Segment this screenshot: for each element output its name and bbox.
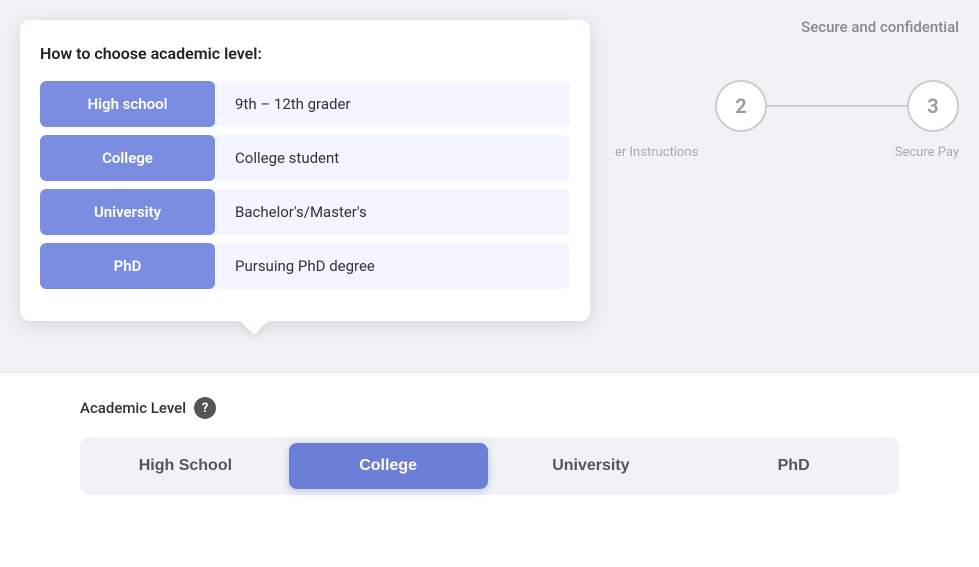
- step-labels: er Instructions Secure Pay: [615, 145, 959, 160]
- level-desc-college: College student: [215, 135, 570, 181]
- academic-level-text: Academic Level: [80, 399, 186, 417]
- level-badge-college: College: [40, 135, 215, 181]
- steps-container: 2 3: [715, 80, 959, 132]
- secure-text: Secure and confidential: [801, 18, 959, 36]
- level-btn-college[interactable]: College: [289, 443, 488, 489]
- step-3-label: Secure Pay: [895, 145, 959, 160]
- level-row-college: College College student: [40, 135, 570, 181]
- tooltip-title: How to choose academic level:: [40, 44, 570, 63]
- level-row-university: University Bachelor's/Master's: [40, 189, 570, 235]
- level-btn-university[interactable]: University: [492, 443, 691, 489]
- level-buttons: High School College University PhD: [80, 437, 899, 495]
- level-btn-highschool[interactable]: High School: [86, 443, 285, 489]
- step-2-label: er Instructions: [615, 145, 698, 160]
- level-badge-highschool: High school: [40, 81, 215, 127]
- level-badge-phd: PhD: [40, 243, 215, 289]
- step-2-circle: 2: [715, 80, 767, 132]
- bottom-section: Academic Level ? High School College Uni…: [0, 372, 979, 567]
- level-row-highschool: High school 9th – 12th grader: [40, 81, 570, 127]
- tooltip-card: How to choose academic level: High schoo…: [20, 20, 590, 321]
- level-row-phd: PhD Pursuing PhD degree: [40, 243, 570, 289]
- academic-level-label: Academic Level ?: [80, 397, 899, 419]
- level-badge-university: University: [40, 189, 215, 235]
- step-3-circle: 3: [907, 80, 959, 132]
- level-desc-university: Bachelor's/Master's: [215, 189, 570, 235]
- level-desc-highschool: 9th – 12th grader: [215, 81, 570, 127]
- step-line: [767, 105, 907, 107]
- level-btn-phd[interactable]: PhD: [694, 443, 893, 489]
- help-icon[interactable]: ?: [194, 397, 216, 419]
- level-desc-phd: Pursuing PhD degree: [215, 243, 570, 289]
